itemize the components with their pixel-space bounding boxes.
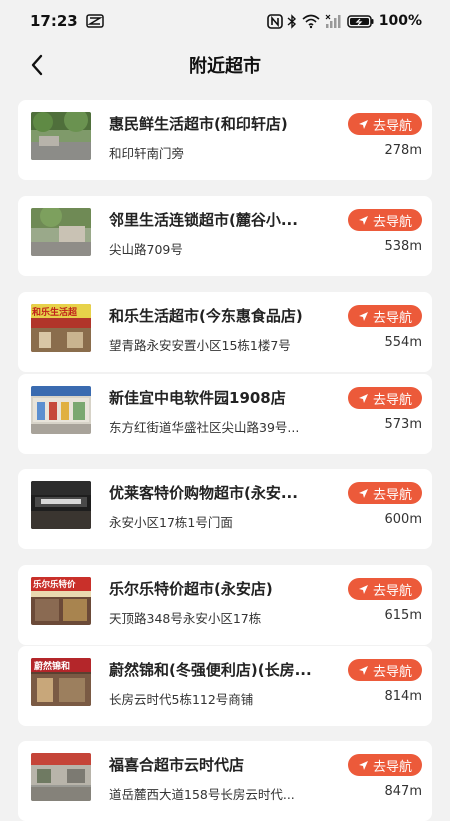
store-card[interactable]: 惠民鲜生活超市(和印轩店) 和印轩南门旁 去导航 278m: [18, 100, 432, 180]
store-thumbnail: [31, 753, 91, 801]
store-card[interactable]: 邻里生活连锁超市(麓谷小... 尖山路709号 去导航 538m: [18, 196, 432, 276]
store-name: 福喜合超市云时代店: [109, 756, 245, 774]
navigate-button[interactable]: 去导航: [348, 578, 422, 600]
navigate-label: 去导航: [372, 487, 412, 503]
store-card[interactable]: 福喜合超市云时代店 道岳麓西大道158号长房云时代... 去导航 847m: [18, 741, 432, 821]
store-thumbnail: 和乐生活超: [31, 304, 91, 352]
store-distance: 278m: [384, 143, 422, 158]
store-name: 优莱客特价购物超市(永安...: [109, 484, 298, 502]
store-name: 乐尔乐特价超市(永安店): [109, 580, 273, 598]
status-left: 17:23: [30, 12, 104, 30]
store-address: 永安小区17栋1号门面: [109, 515, 233, 530]
store-distance: 573m: [384, 417, 422, 432]
signal-icon: [325, 14, 343, 29]
navigate-label: 去导航: [372, 664, 412, 680]
navigation-arrow-icon: [358, 393, 369, 404]
store-sign-text: 和乐生活超: [32, 308, 78, 318]
store-sign-text: 乐尔乐特价: [33, 580, 76, 590]
status-bar: 17:23 100%: [0, 0, 450, 42]
store-sign-text: 蔚然锦和: [34, 662, 71, 672]
store-name: 蔚然锦和(冬强便利店)(长房...: [109, 661, 312, 679]
store-card[interactable]: 和乐生活超 和乐生活超市(今东惠食品店) 望青路永安安置小区15栋1楼7号 去导…: [18, 292, 432, 372]
store-address: 尖山路709号: [109, 242, 183, 257]
store-card[interactable]: 优莱客特价购物超市(永安... 永安小区17栋1号门面 去导航 600m: [18, 469, 432, 549]
store-address: 道岳麓西大道158号长房云时代...: [109, 787, 295, 802]
store-distance: 538m: [384, 239, 422, 254]
store-thumbnail: [31, 208, 91, 256]
status-time: 17:23: [30, 12, 78, 30]
navigate-button[interactable]: 去导航: [348, 305, 422, 327]
navigate-button[interactable]: 去导航: [348, 482, 422, 504]
navigation-arrow-icon: [358, 215, 369, 226]
battery-percentage: 100%: [378, 13, 422, 29]
navigate-label: 去导航: [372, 118, 412, 134]
header: 附近超市: [0, 42, 450, 88]
store-distance: 600m: [384, 512, 422, 527]
store-card[interactable]: 乐尔乐特价 乐尔乐特价超市(永安店) 天顶路348号永安小区17栋 去导航 61…: [18, 565, 432, 645]
store-card[interactable]: 新佳宜中电软件园1908店 东方红街道华盛社区尖山路39号... 去导航 573…: [18, 374, 432, 454]
page-title: 附近超市: [189, 56, 261, 77]
navigate-button[interactable]: 去导航: [348, 754, 422, 776]
store-distance: 615m: [384, 608, 422, 623]
store-address: 望青路永安安置小区15栋1楼7号: [109, 338, 291, 353]
store-name: 新佳宜中电软件园1908店: [109, 389, 286, 407]
wifi-icon: [301, 14, 321, 29]
status-right: 100%: [266, 13, 422, 29]
navigate-button[interactable]: 去导航: [348, 387, 422, 409]
store-name: 和乐生活超市(今东惠食品店): [109, 307, 303, 325]
navigate-button[interactable]: 去导航: [348, 113, 422, 135]
battery-icon: [346, 14, 375, 29]
store-distance: 814m: [384, 689, 422, 704]
store-name: 邻里生活连锁超市(麓谷小...: [109, 211, 298, 229]
navigation-arrow-icon: [358, 488, 369, 499]
navigate-button[interactable]: 去导航: [348, 209, 422, 231]
store-thumbnail: [31, 386, 91, 434]
navigate-button[interactable]: 去导航: [348, 659, 422, 681]
navigate-label: 去导航: [372, 214, 412, 230]
navigation-arrow-icon: [358, 311, 369, 322]
store-address: 和印轩南门旁: [109, 146, 185, 161]
store-address: 天顶路348号永安小区17栋: [109, 611, 262, 626]
store-card[interactable]: 蔚然锦和 蔚然锦和(冬强便利店)(长房... 长房云时代5栋112号商铺 去导航…: [18, 646, 432, 726]
navigation-arrow-icon: [358, 665, 369, 676]
store-thumbnail: [31, 112, 91, 160]
navigate-label: 去导航: [372, 310, 412, 326]
store-distance: 847m: [384, 784, 422, 799]
back-arrow-icon: [30, 54, 44, 76]
store-name: 惠民鲜生活超市(和印轩店): [109, 115, 288, 133]
navigation-arrow-icon: [358, 760, 369, 771]
app-notification-icon: [86, 14, 104, 28]
store-thumbnail: [31, 481, 91, 529]
nfc-icon: [266, 13, 283, 29]
navigation-arrow-icon: [358, 584, 369, 595]
bluetooth-icon: [287, 13, 297, 29]
store-thumbnail: 乐尔乐特价: [31, 577, 91, 625]
back-button[interactable]: [22, 50, 52, 80]
navigation-arrow-icon: [358, 119, 369, 130]
store-address: 东方红街道华盛社区尖山路39号...: [109, 420, 300, 435]
navigate-label: 去导航: [372, 759, 412, 775]
navigate-label: 去导航: [372, 583, 412, 599]
store-distance: 554m: [384, 335, 422, 350]
store-address: 长房云时代5栋112号商铺: [109, 692, 254, 707]
store-thumbnail: 蔚然锦和: [31, 658, 91, 706]
navigate-label: 去导航: [372, 392, 412, 408]
